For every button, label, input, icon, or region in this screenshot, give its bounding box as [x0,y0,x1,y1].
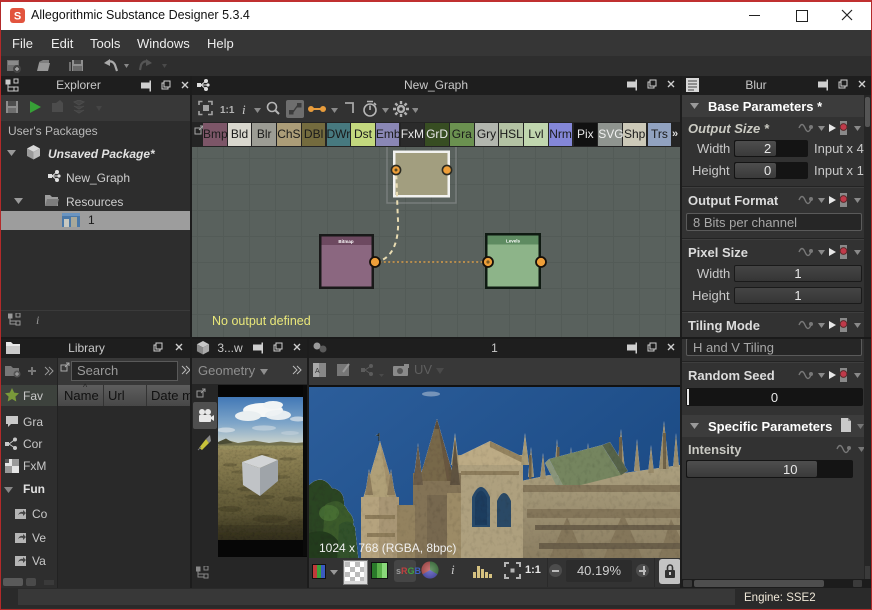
svg-text:1:1: 1:1 [220,105,235,116]
svg-text:A: A [315,368,320,375]
svg-text:Levels: Levels [506,239,521,244]
svg-text:S: S [14,11,21,23]
svg-text:1024 x 768 (RGBA, 8bpc): 1024 x 768 (RGBA, 8bpc) [319,541,456,555]
svg-text:i: i [242,102,246,117]
svg-text:Bitmap: Bitmap [338,239,354,244]
